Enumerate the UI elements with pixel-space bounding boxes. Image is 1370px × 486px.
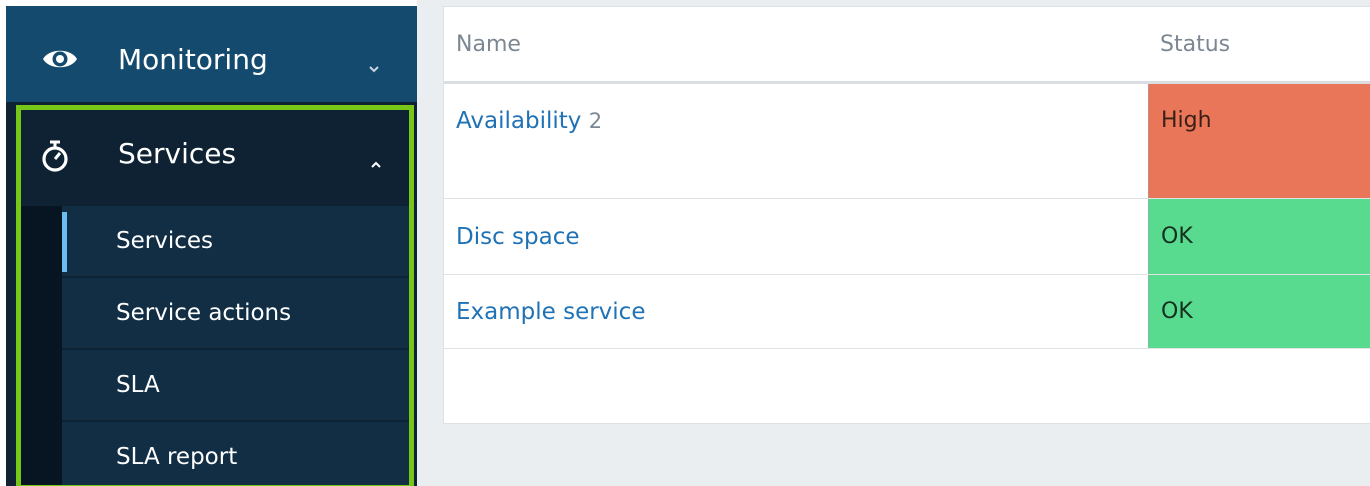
status-cell: OK: [1148, 199, 1370, 274]
status-cell: OK: [1148, 275, 1370, 348]
service-link[interactable]: Example service: [456, 299, 645, 325]
nav-monitoring[interactable]: Monitoring: [6, 6, 417, 102]
stopwatch-icon: [40, 139, 70, 173]
child-count: 2: [588, 109, 603, 133]
submenu-gutter: [20, 206, 62, 486]
chevron-down-icon: [368, 58, 380, 73]
nav-services-label: Services: [118, 137, 237, 170]
column-header-name[interactable]: Name: [456, 31, 521, 59]
nav-monitoring-label: Monitoring: [118, 43, 268, 76]
service-name-cell: Example service: [456, 297, 645, 327]
service-name-cell: Disc space: [456, 222, 580, 252]
service-link[interactable]: Availability: [456, 108, 581, 134]
column-header-status: Status: [1160, 32, 1231, 57]
submenu-item-services[interactable]: Services: [62, 206, 410, 278]
services-menu-group: Services Services Service actions SLA SL…: [16, 105, 414, 486]
eye-icon: [42, 46, 78, 72]
submenu-item-label: SLA: [116, 372, 160, 398]
table-row: Example service OK: [444, 275, 1370, 349]
status-label: OK: [1161, 224, 1193, 249]
table-row: Availability 2 High: [444, 84, 1370, 199]
chevron-up-icon: [370, 154, 382, 168]
status-label: OK: [1161, 299, 1193, 324]
submenu-item-label: Services: [116, 228, 213, 254]
services-table: Name Status Availability 2 High Disc spa…: [443, 6, 1370, 424]
submenu-item-sla[interactable]: SLA: [62, 350, 410, 422]
service-link[interactable]: Disc space: [456, 224, 580, 250]
service-name-cell: Availability 2: [456, 106, 602, 136]
status-label: High: [1161, 108, 1212, 133]
main-content: Name Status Availability 2 High Disc spa…: [417, 0, 1370, 486]
submenu-item-sla-report[interactable]: SLA report: [62, 422, 410, 486]
nav-services[interactable]: Services: [20, 109, 410, 206]
submenu-item-service-actions[interactable]: Service actions: [62, 278, 410, 350]
table-row: Disc space OK: [444, 199, 1370, 275]
submenu-item-label: SLA report: [116, 444, 238, 470]
status-cell: High: [1148, 84, 1370, 198]
sidebar: Monitoring Services Services Service act…: [6, 6, 417, 486]
submenu-item-label: Service actions: [116, 300, 292, 326]
